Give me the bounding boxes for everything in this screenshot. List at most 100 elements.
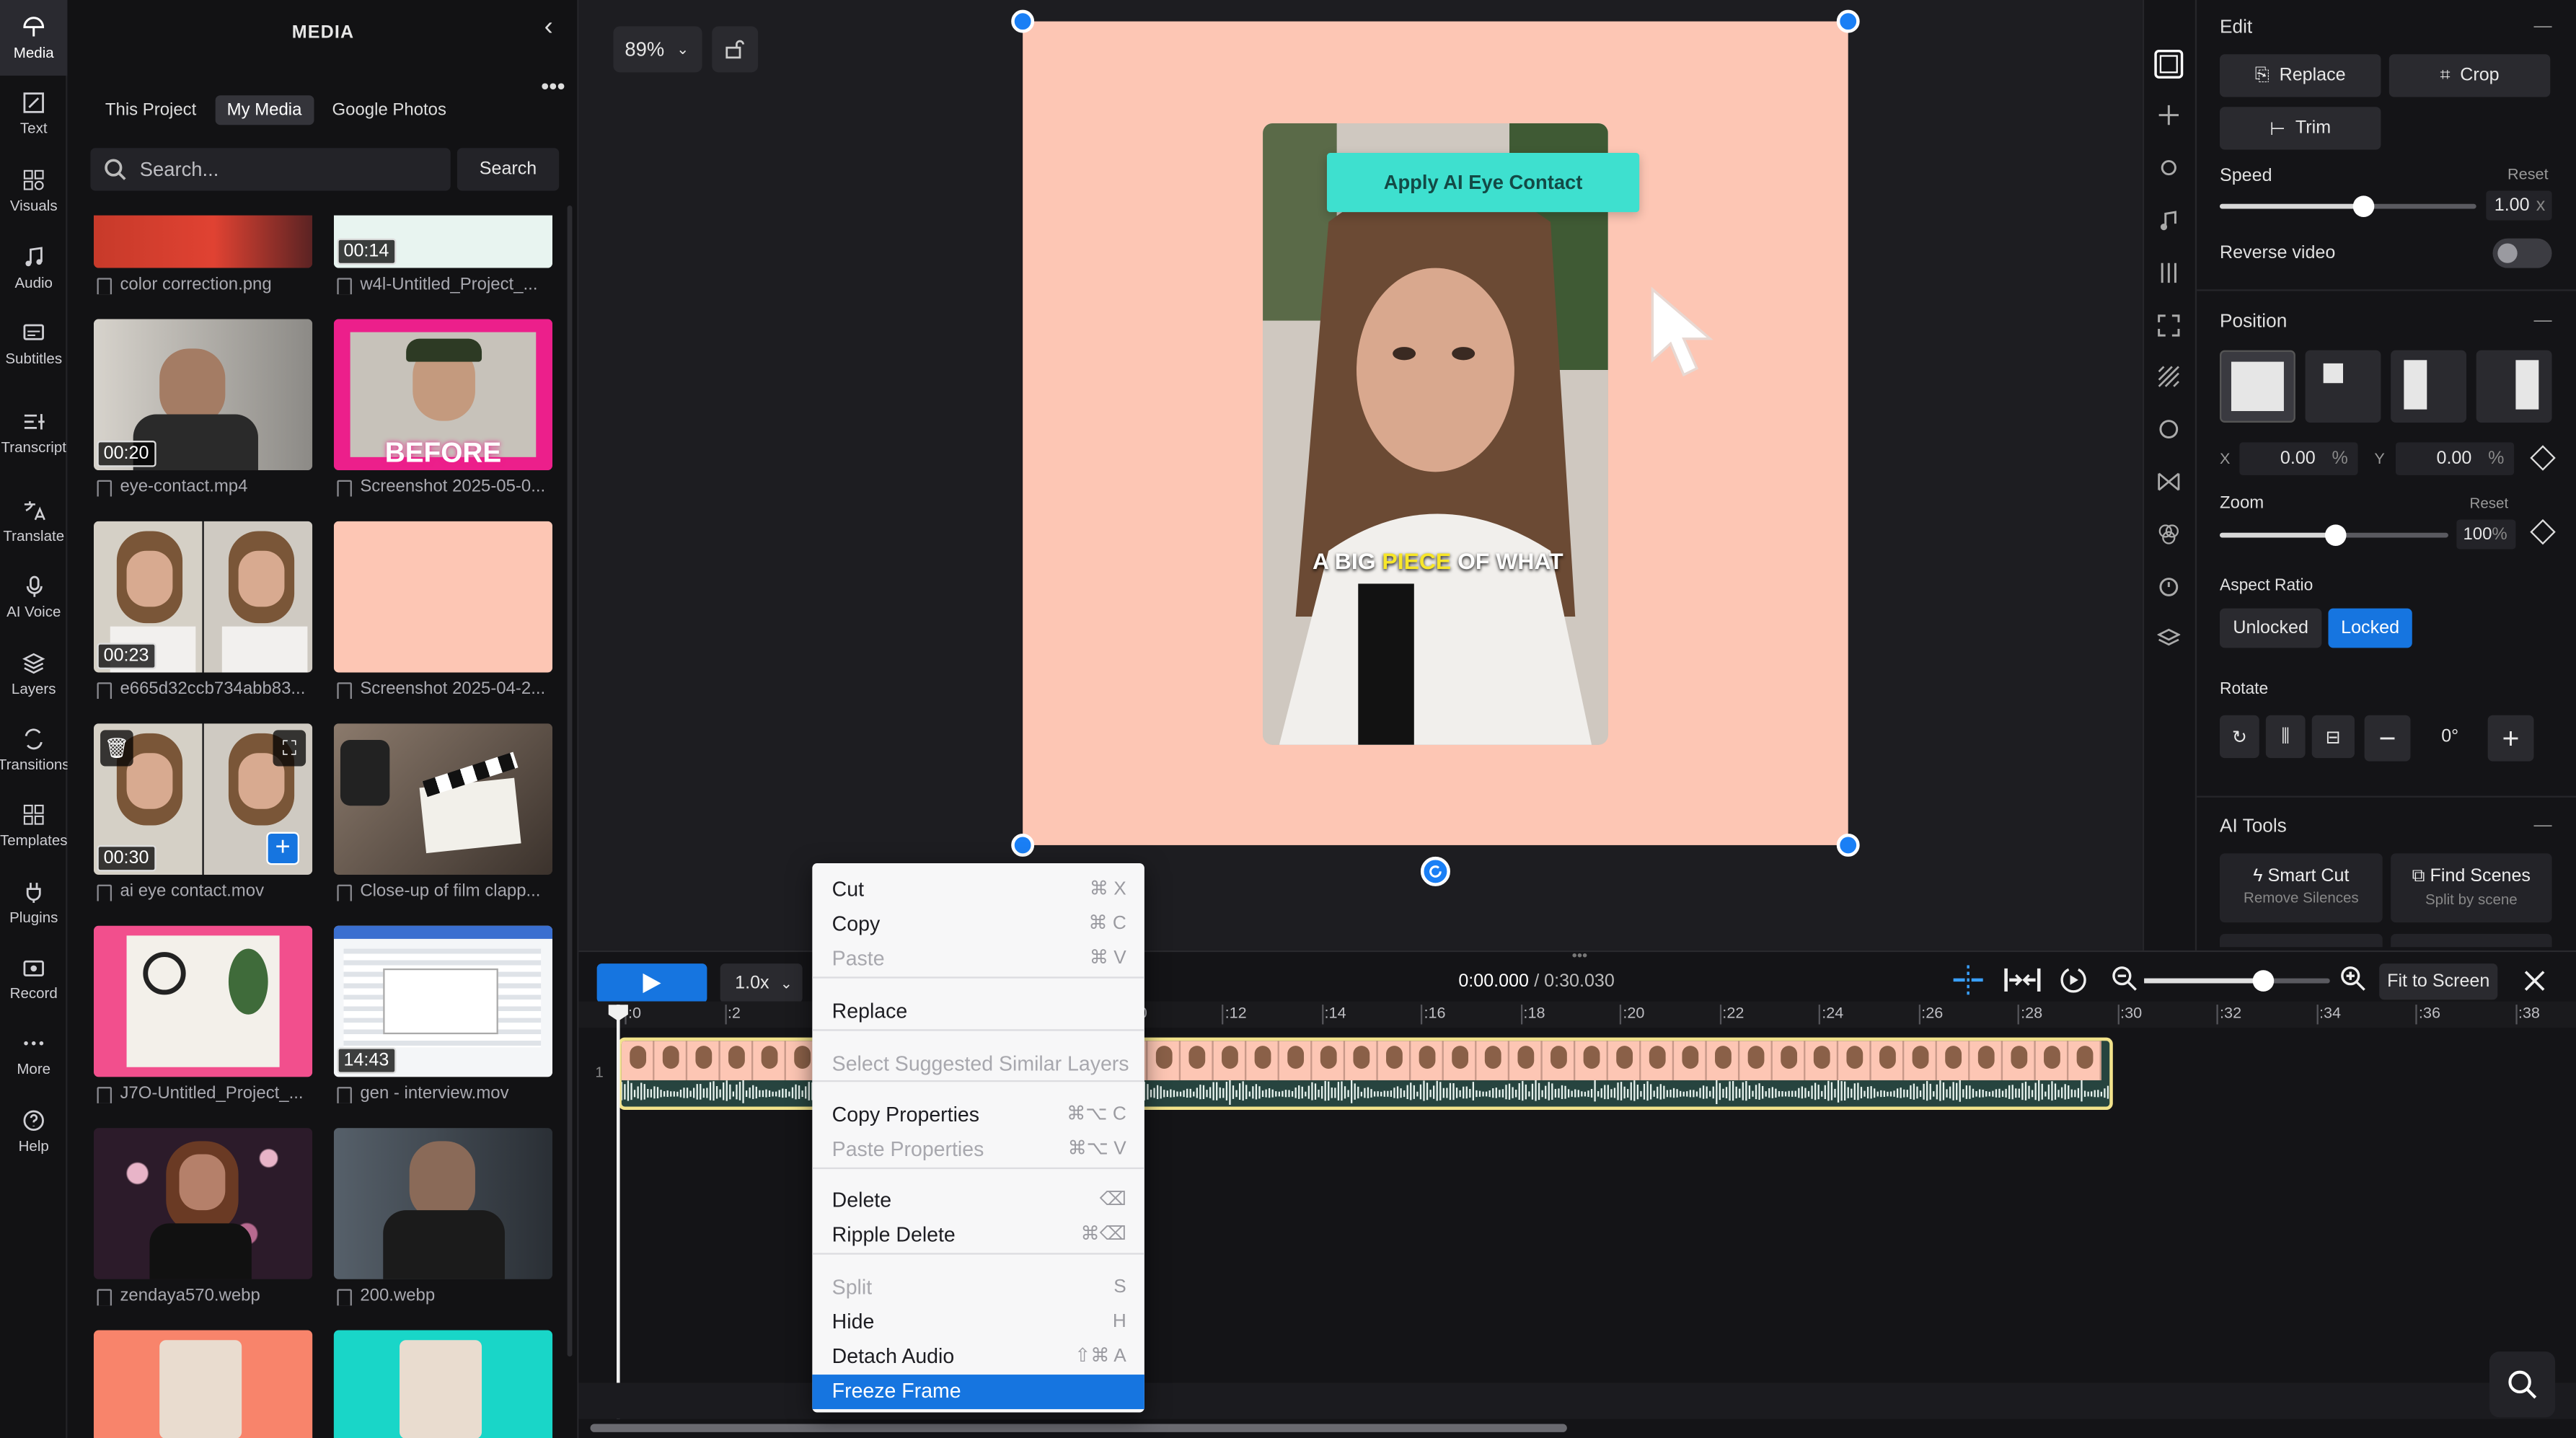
rail-item-more[interactable]: More (0, 1016, 67, 1092)
media-thumbnail[interactable] (333, 723, 553, 875)
timeline-zoom-knob[interactable] (2252, 970, 2275, 992)
artboard[interactable]: Apply AI Eye Contact A BIG PIECE OF WHAT (1023, 21, 1848, 845)
rail-item-record[interactable]: Record (0, 940, 67, 1016)
rotate-cw-button[interactable]: ↻ (2220, 715, 2259, 759)
video-layer[interactable] (1263, 123, 1608, 745)
menu-item-copy[interactable]: Copy ⌘ C (812, 908, 1144, 943)
position-fit-button[interactable] (2305, 350, 2381, 423)
timer-icon[interactable] (2157, 574, 2180, 597)
media-thumbnail[interactable] (333, 1128, 553, 1279)
zoom-reset[interactable]: Reset (2470, 495, 2509, 511)
rotate-value[interactable]: 0° (2420, 727, 2479, 746)
y-input[interactable]: 0.00% (2395, 442, 2515, 475)
rail-item-ai-voice[interactable]: AI Voice (0, 559, 67, 635)
smart-cut-button[interactable]: ϟ Smart Cut Remove Silences (2220, 853, 2383, 923)
color-icon[interactable] (2157, 523, 2180, 546)
pattern-icon[interactable] (2157, 365, 2180, 388)
flip-vertical-button[interactable]: ⊟ (2311, 715, 2355, 759)
film-icon[interactable] (2154, 49, 2184, 79)
zoom-value-field[interactable]: 100% (2456, 519, 2516, 550)
zoom-out-icon[interactable] (2112, 965, 2138, 991)
flip-horizontal-button[interactable]: ⫼ (2265, 715, 2306, 759)
resize-handle-top-left[interactable] (1011, 9, 1035, 33)
speed-reset[interactable]: Reset (2507, 166, 2549, 184)
keyframe-icon[interactable] (2530, 445, 2556, 471)
replace-button[interactable]: ⎘ Replace (2220, 54, 2381, 97)
audio-note-icon[interactable] (2157, 209, 2180, 232)
playback-speed-dropdown[interactable]: 1.0x ⌄ (720, 963, 803, 1003)
media-thumbnail[interactable] (93, 1128, 313, 1279)
unlocked-button[interactable]: Unlocked (2220, 608, 2322, 648)
split-clip-icon[interactable] (2003, 965, 2042, 994)
find-scenes-button[interactable]: ⧉ Find Scenes Split by scene (2391, 853, 2552, 923)
rail-item-transitions[interactable]: Transitions (0, 712, 70, 788)
menu-item-copy-properties[interactable]: Copy Properties ⌘⌥ C (812, 1098, 1144, 1133)
media-thumbnail[interactable]: 00:20 (93, 319, 313, 471)
rail-item-transcript[interactable]: Transcript (0, 394, 67, 470)
speed-slider-knob[interactable] (2352, 195, 2375, 217)
rotate-handle[interactable] (1420, 856, 1450, 886)
rail-item-visuals[interactable]: Visuals (0, 153, 67, 229)
lock-ratio-button[interactable] (712, 26, 759, 73)
rail-item-templates[interactable]: Templates (0, 788, 68, 863)
trim-button[interactable]: ⊢ Trim (2220, 107, 2381, 150)
menu-item-detach-audio[interactable]: Detach Audio ⇧⌘ A (812, 1340, 1144, 1375)
speed-slider[interactable] (2220, 195, 2476, 217)
drag-handle-icon[interactable]: ••• (1572, 947, 1588, 963)
rail-item-plugins[interactable]: Plugins (0, 865, 67, 940)
rail-item-layers[interactable]: Layers (0, 636, 67, 712)
media-thumbnail[interactable] (93, 925, 313, 1077)
zoom-slider[interactable] (2220, 524, 2448, 546)
timeline-zoom-slider[interactable] (2144, 970, 2330, 992)
fullscreen-icon[interactable] (2157, 314, 2180, 337)
playhead[interactable] (608, 1005, 628, 1419)
media-thumbnail[interactable]: 00:14 (333, 215, 553, 268)
zoom-dropdown[interactable]: 89% ⌄ (613, 26, 702, 73)
collapse-edit-icon[interactable]: — (2533, 17, 2551, 36)
timeline-scrollbar[interactable] (590, 1424, 1567, 1432)
media-thumbnail[interactable] (333, 521, 553, 673)
rail-item-translate[interactable]: Translate (0, 483, 67, 559)
rail-item-text[interactable]: Text (0, 76, 67, 151)
close-timeline-icon[interactable] (2524, 970, 2546, 992)
menu-item-replace[interactable]: Replace (812, 994, 1144, 1029)
collapse-position-icon[interactable]: — (2533, 311, 2551, 330)
menu-item-freeze-frame[interactable]: Freeze Frame (812, 1375, 1144, 1409)
fit-to-screen-button[interactable]: Fit to Screen (2379, 963, 2498, 1000)
transition-icon[interactable] (2157, 470, 2180, 493)
reverse-video-toggle[interactable] (2492, 238, 2552, 268)
layers-stack-icon[interactable] (2157, 627, 2181, 650)
loop-play-icon[interactable] (2059, 965, 2088, 994)
rail-item-audio[interactable]: Audio (0, 230, 67, 306)
equalizer-icon[interactable] (2157, 262, 2180, 285)
rail-item-media[interactable]: Media (0, 0, 68, 76)
media-thumbnail[interactable] (333, 1330, 553, 1438)
menu-item-hide[interactable]: Hide H (812, 1305, 1144, 1340)
media-thumbnail[interactable]: 🗑 ⛶ +00:30 (93, 723, 313, 875)
resize-handle-bottom-left[interactable] (1011, 833, 1035, 857)
play-button[interactable] (596, 963, 707, 1003)
media-scrollbar[interactable] (567, 206, 573, 1357)
menu-item-delete[interactable]: Delete ⌫ (812, 1184, 1144, 1219)
collapse-ai-tools-icon[interactable]: — (2533, 816, 2551, 835)
position-fill-button[interactable] (2220, 350, 2295, 423)
apply-eye-contact-banner[interactable]: Apply AI Eye Contact (1326, 153, 1640, 213)
rail-item-help[interactable]: Help (0, 1093, 67, 1169)
rail-item-subtitles[interactable]: Subtitles (0, 306, 67, 381)
media-thumbnail[interactable] (93, 1330, 313, 1438)
timeline-search-button[interactable] (2489, 1351, 2556, 1418)
eraser-icon[interactable] (2157, 418, 2180, 441)
zoom-slider-knob[interactable] (2324, 524, 2347, 546)
rotate-decrease-button[interactable]: − (2364, 715, 2411, 762)
x-input[interactable]: 0.00% (2239, 442, 2358, 475)
zoom-in-icon[interactable] (2339, 965, 2365, 991)
adjust-icon[interactable] (2157, 156, 2180, 180)
ai-tool-more-1[interactable] (2220, 934, 2383, 948)
media-thumbnail[interactable]: BEFORE (333, 319, 553, 471)
resize-handle-top-right[interactable] (1836, 9, 1860, 33)
position-left-button[interactable] (2391, 350, 2466, 423)
menu-item-cut[interactable]: Cut ⌘ X (812, 873, 1144, 908)
rotate-increase-button[interactable]: + (2487, 715, 2534, 762)
media-thumbnail[interactable]: 14:43 (333, 925, 553, 1077)
media-thumbnail[interactable]: 00:23 (93, 521, 313, 673)
